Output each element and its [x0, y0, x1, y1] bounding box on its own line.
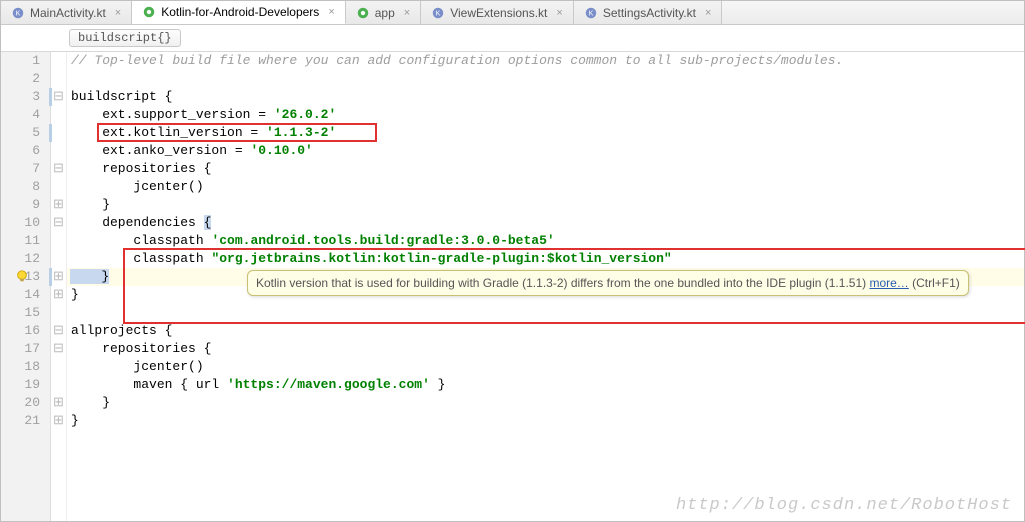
code-text: { — [204, 215, 212, 230]
tab-settingsactivity[interactable]: K SettingsActivity.kt × — [574, 1, 723, 24]
code-text: '1.1.3-2' — [266, 125, 336, 140]
gradle-file-icon — [356, 6, 370, 20]
code-text: } — [71, 287, 79, 302]
tab-viewextensions[interactable]: K ViewExtensions.kt × — [421, 1, 574, 24]
watermark: http://blog.csdn.net/RobotHost — [676, 496, 1012, 515]
code-text: maven { url — [71, 377, 227, 392]
kotlin-file-icon: K — [11, 6, 25, 20]
code-text: } — [71, 197, 110, 212]
code-content[interactable]: // Top-level build file where you can ad… — [67, 52, 1024, 521]
close-icon[interactable]: × — [705, 7, 711, 19]
kotlin-file-icon: K — [584, 6, 598, 20]
code-text: classpath — [71, 251, 211, 266]
code-text: '0.10.0' — [250, 143, 312, 158]
kotlin-file-icon: K — [431, 6, 445, 20]
code-text: 'com.android.tools.build:gradle:3.0.0-be… — [211, 233, 554, 248]
code-text: } — [71, 413, 79, 428]
code-text: allprojects { — [71, 323, 172, 338]
close-icon[interactable]: × — [404, 7, 410, 19]
code-text: repositories { — [71, 161, 211, 176]
code-editor[interactable]: 1 2 3 4 5 6 7 8 9 10 11 12 13 14 15 16 1… — [1, 52, 1024, 521]
editor-tabs: K MainActivity.kt × Kotlin-for-Android-D… — [1, 1, 1024, 25]
tab-label: MainActivity.kt — [30, 6, 106, 20]
code-text: ext.anko_version = — [71, 143, 250, 158]
code-text: "org.jetbrains.kotlin:kotlin-gradle-plug… — [211, 251, 671, 266]
code-text: } — [71, 395, 110, 410]
close-icon[interactable]: × — [115, 7, 121, 19]
close-icon[interactable]: × — [328, 6, 334, 18]
breadcrumb-bar: buildscript{} — [1, 25, 1024, 52]
tab-mainactivity[interactable]: K MainActivity.kt × — [1, 1, 132, 24]
code-text: ext.support_version = — [71, 107, 274, 122]
line-number-gutter: 1 2 3 4 5 6 7 8 9 10 11 12 13 14 15 16 1… — [1, 52, 51, 521]
gradle-file-icon — [142, 5, 156, 19]
code-text: classpath — [71, 233, 211, 248]
breadcrumb[interactable]: buildscript{} — [69, 29, 181, 47]
close-icon[interactable]: × — [556, 7, 562, 19]
inspection-tooltip: Kotlin version that is used for building… — [247, 270, 969, 296]
tab-label: ViewExtensions.kt — [450, 6, 547, 20]
svg-text:K: K — [16, 10, 21, 17]
tab-label: SettingsActivity.kt — [603, 6, 696, 20]
vcs-change-marker — [49, 88, 52, 106]
tooltip-more-link[interactable]: more… — [869, 276, 908, 290]
intention-bulb-icon[interactable] — [15, 269, 29, 283]
vcs-change-marker — [49, 268, 52, 286]
tab-kotlin-android-dev[interactable]: Kotlin-for-Android-Developers × — [132, 1, 346, 24]
code-text: // Top-level build file where you can ad… — [71, 53, 843, 68]
vcs-change-marker — [49, 124, 52, 142]
code-text: jcenter() — [71, 359, 204, 374]
tab-label: Kotlin-for-Android-Developers — [161, 5, 319, 19]
svg-text:K: K — [436, 10, 441, 17]
tab-label: app — [375, 6, 395, 20]
code-text: ext.kotlin_version = — [71, 125, 266, 140]
tooltip-shortcut: (Ctrl+F1) — [909, 276, 960, 290]
code-text: '26.0.2' — [274, 107, 336, 122]
code-text: dependencies — [71, 215, 204, 230]
fold-gutter[interactable]: ⊟ ⊟ ⊞ ⊟ ⊞ ⊞ ⊟ ⊟ ⊞ ⊞ — [51, 52, 67, 521]
code-text: jcenter() — [71, 179, 204, 194]
code-text: 'https://maven.google.com' — [227, 377, 430, 392]
code-text: buildscript { — [71, 89, 172, 104]
tooltip-text: Kotlin version that is used for building… — [256, 276, 869, 290]
code-text: } — [430, 377, 446, 392]
tab-app[interactable]: app × — [346, 1, 421, 24]
code-text: repositories { — [71, 341, 211, 356]
svg-text:K: K — [588, 10, 593, 17]
